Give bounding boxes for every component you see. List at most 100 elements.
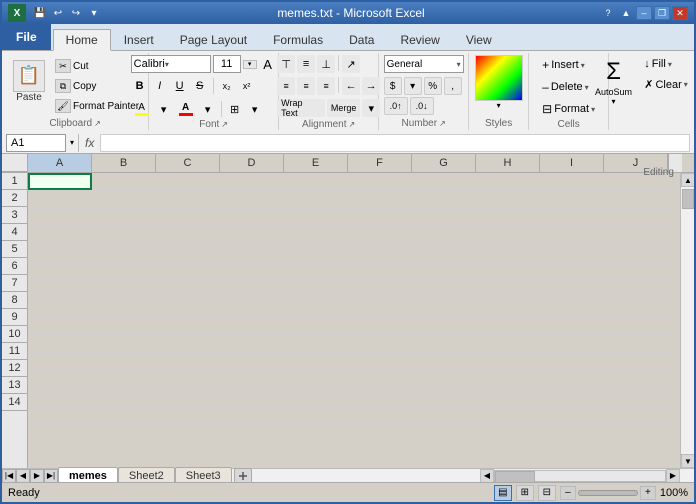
tab-review[interactable]: Review bbox=[387, 28, 452, 50]
tab-data[interactable]: Data bbox=[336, 28, 387, 50]
cell-c9[interactable] bbox=[156, 317, 220, 334]
cell-g6[interactable] bbox=[412, 263, 476, 280]
cell-b5[interactable] bbox=[92, 245, 156, 262]
number-format-dropdown[interactable]: General ▾ bbox=[384, 55, 464, 73]
borders-dropdown[interactable]: ▾ bbox=[246, 100, 264, 118]
middle-align-button[interactable]: ≡ bbox=[297, 55, 315, 73]
cell-g3[interactable] bbox=[412, 209, 476, 226]
cell-f7[interactable] bbox=[348, 281, 412, 298]
save-quick-icon[interactable]: 💾 bbox=[32, 5, 48, 21]
bold-button[interactable]: B bbox=[131, 77, 149, 95]
increase-indent-button[interactable]: → bbox=[362, 77, 380, 95]
cell-a10[interactable] bbox=[28, 335, 92, 352]
cell-d4[interactable] bbox=[220, 227, 284, 244]
row-header-14[interactable]: 14 bbox=[2, 394, 27, 411]
row-header-7[interactable]: 7 bbox=[2, 275, 27, 292]
italic-button[interactable]: I bbox=[151, 77, 169, 95]
cell-a8[interactable] bbox=[28, 299, 92, 316]
cell-e10[interactable] bbox=[284, 335, 348, 352]
cell-h7[interactable] bbox=[476, 281, 540, 298]
orientation-button[interactable]: ↗ bbox=[342, 55, 360, 73]
cell-d7[interactable] bbox=[220, 281, 284, 298]
cell-ref-dropdown-arrow[interactable]: ▾ bbox=[70, 138, 74, 147]
font-name-dropdown[interactable]: Calibri ▾ bbox=[131, 55, 211, 73]
cell-a4[interactable] bbox=[28, 227, 92, 244]
col-header-h[interactable]: H bbox=[476, 154, 540, 172]
merge-dropdown[interactable]: ▾ bbox=[362, 99, 380, 117]
cell-f4[interactable] bbox=[348, 227, 412, 244]
cell-e4[interactable] bbox=[284, 227, 348, 244]
cell-b7[interactable] bbox=[92, 281, 156, 298]
page-layout-view-button[interactable]: ⊞ bbox=[516, 485, 534, 501]
cell-e1[interactable] bbox=[284, 173, 348, 190]
autosum-dropdown[interactable]: ▾ bbox=[612, 97, 616, 106]
cell-i7[interactable] bbox=[540, 281, 604, 298]
cell-i10[interactable] bbox=[540, 335, 604, 352]
new-sheet-button[interactable] bbox=[234, 468, 252, 483]
cell-f11[interactable] bbox=[348, 353, 412, 370]
select-all-button[interactable] bbox=[2, 154, 28, 172]
ribbon-minimize-icon[interactable]: ▲ bbox=[618, 6, 634, 20]
col-header-e[interactable]: E bbox=[284, 154, 348, 172]
cell-g14[interactable] bbox=[412, 407, 476, 424]
clipboard-expand-icon[interactable]: ↗ bbox=[94, 119, 101, 128]
number-format-arrow[interactable]: ▾ bbox=[457, 60, 461, 69]
cell-f6[interactable] bbox=[348, 263, 412, 280]
normal-view-button[interactable]: ▤ bbox=[494, 485, 512, 501]
delete-dropdown-arrow[interactable]: ▾ bbox=[585, 83, 589, 92]
cell-a11[interactable] bbox=[28, 353, 92, 370]
row-header-6[interactable]: 6 bbox=[2, 258, 27, 275]
align-right-button[interactable]: ≡ bbox=[317, 77, 335, 95]
cell-h8[interactable] bbox=[476, 299, 540, 316]
page-break-view-button[interactable]: ⊟ bbox=[538, 485, 556, 501]
cell-g12[interactable] bbox=[412, 371, 476, 388]
cell-d12[interactable] bbox=[220, 371, 284, 388]
row-header-4[interactable]: 4 bbox=[2, 224, 27, 241]
autosum-button[interactable]: Σ AutoSum ▾ bbox=[592, 55, 636, 107]
cell-h3[interactable] bbox=[476, 209, 540, 226]
currency-dropdown[interactable]: ▾ bbox=[404, 77, 422, 95]
cell-g2[interactable] bbox=[412, 191, 476, 208]
bottom-align-button[interactable]: ⊥ bbox=[317, 55, 335, 73]
cell-i6[interactable] bbox=[540, 263, 604, 280]
tab-formulas[interactable]: Formulas bbox=[260, 28, 336, 50]
vertical-scrollbar[interactable]: ▲ ▼ bbox=[680, 173, 694, 468]
cell-b6[interactable] bbox=[92, 263, 156, 280]
cell-a5[interactable] bbox=[28, 245, 92, 262]
cell-f13[interactable] bbox=[348, 389, 412, 406]
cell-f3[interactable] bbox=[348, 209, 412, 226]
cell-i3[interactable] bbox=[540, 209, 604, 226]
cell-e3[interactable] bbox=[284, 209, 348, 226]
cell-b13[interactable] bbox=[92, 389, 156, 406]
close-button[interactable]: ✕ bbox=[672, 6, 688, 20]
cell-d10[interactable] bbox=[220, 335, 284, 352]
cell-d14[interactable] bbox=[220, 407, 284, 424]
decrease-decimal-button[interactable]: .0↓ bbox=[410, 97, 434, 115]
scroll-right-button[interactable]: ▶ bbox=[666, 469, 680, 483]
zoom-out-button[interactable]: – bbox=[560, 486, 576, 500]
cell-d6[interactable] bbox=[220, 263, 284, 280]
cell-g13[interactable] bbox=[412, 389, 476, 406]
cell-j11[interactable] bbox=[604, 353, 668, 370]
cell-b14[interactable] bbox=[92, 407, 156, 424]
font-size-box[interactable]: 11 bbox=[213, 55, 241, 73]
cell-e14[interactable] bbox=[284, 407, 348, 424]
cell-a6[interactable] bbox=[28, 263, 92, 280]
styles-dropdown-arrow[interactable]: ▾ bbox=[497, 101, 501, 110]
cell-h6[interactable] bbox=[476, 263, 540, 280]
cell-h10[interactable] bbox=[476, 335, 540, 352]
cell-i11[interactable] bbox=[540, 353, 604, 370]
increase-decimal-button[interactable]: .0↑ bbox=[384, 97, 408, 115]
row-header-3[interactable]: 3 bbox=[2, 207, 27, 224]
cell-c1[interactable] bbox=[156, 173, 220, 190]
sheet-tab-sheet3[interactable]: Sheet3 bbox=[175, 467, 232, 482]
font-expand-icon[interactable]: ↗ bbox=[221, 120, 228, 129]
scroll-left-button[interactable]: ◀ bbox=[480, 469, 494, 483]
cell-f9[interactable] bbox=[348, 317, 412, 334]
h-scroll-thumb[interactable] bbox=[495, 471, 535, 483]
row-header-11[interactable]: 11 bbox=[2, 343, 27, 360]
cell-c6[interactable] bbox=[156, 263, 220, 280]
cell-b9[interactable] bbox=[92, 317, 156, 334]
cell-h4[interactable] bbox=[476, 227, 540, 244]
cell-h9[interactable] bbox=[476, 317, 540, 334]
